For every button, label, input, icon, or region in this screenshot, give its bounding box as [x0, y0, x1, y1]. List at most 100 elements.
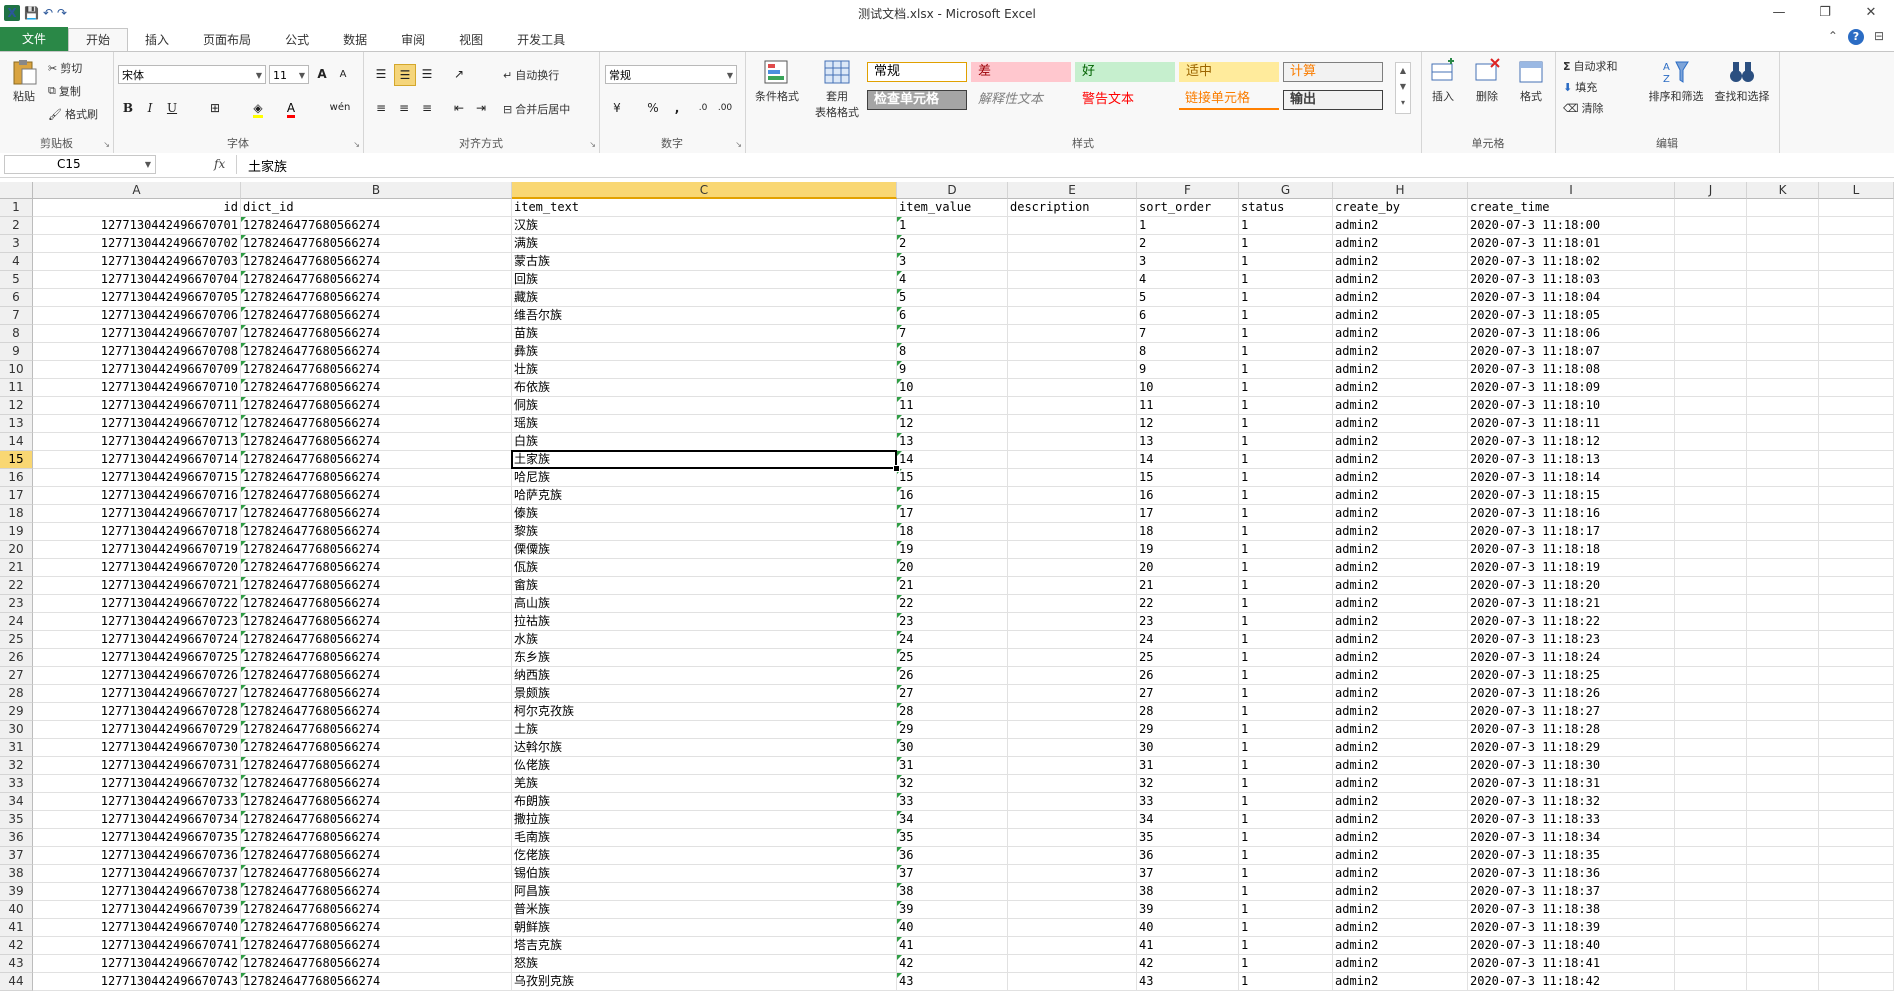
tab-page-layout[interactable]: 页面布局	[186, 29, 268, 51]
row-header[interactable]: 14	[0, 433, 33, 451]
row-header[interactable]: 43	[0, 955, 33, 973]
cell-b16[interactable]: 1278246477680566274	[241, 469, 512, 487]
undo-icon[interactable]: ↶	[43, 6, 53, 20]
cell-j32[interactable]	[1675, 757, 1747, 775]
cell-h30[interactable]: admin2	[1333, 721, 1468, 739]
cell-i13[interactable]: 2020-07-3 11:18:11	[1468, 415, 1675, 433]
cell-i43[interactable]: 2020-07-3 11:18:41	[1468, 955, 1675, 973]
cell-e31[interactable]	[1008, 739, 1137, 757]
cell-a12[interactable]: 1277130442496670711	[33, 397, 241, 415]
row-header[interactable]: 35	[0, 811, 33, 829]
conditional-format-button[interactable]: 条件格式	[749, 58, 805, 104]
cell-k5[interactable]	[1747, 271, 1819, 289]
cell-e6[interactable]	[1008, 289, 1137, 307]
cell-g38[interactable]: 1	[1239, 865, 1333, 883]
cell-g3[interactable]: 1	[1239, 235, 1333, 253]
cell-i20[interactable]: 2020-07-3 11:18:18	[1468, 541, 1675, 559]
cell-i6[interactable]: 2020-07-3 11:18:04	[1468, 289, 1675, 307]
cell-i39[interactable]: 2020-07-3 11:18:37	[1468, 883, 1675, 901]
align-middle-icon[interactable]: ☰	[394, 64, 416, 86]
cell-c11[interactable]: 布依族	[512, 379, 897, 397]
cell-l44[interactable]	[1819, 973, 1894, 991]
cell-b19[interactable]: 1278246477680566274	[241, 523, 512, 541]
cell-h39[interactable]: admin2	[1333, 883, 1468, 901]
cell-d2[interactable]: 1	[897, 217, 1008, 235]
cell-a8[interactable]: 1277130442496670707	[33, 325, 241, 343]
cell-c9[interactable]: 彝族	[512, 343, 897, 361]
cell-l42[interactable]	[1819, 937, 1894, 955]
cell-l11[interactable]	[1819, 379, 1894, 397]
row-header[interactable]: 44	[0, 973, 33, 991]
style-calculation[interactable]: 计算	[1283, 62, 1383, 82]
formula-input[interactable]: 土家族	[248, 156, 287, 175]
cell-d17[interactable]: 16	[897, 487, 1008, 505]
cell-b34[interactable]: 1278246477680566274	[241, 793, 512, 811]
cell-c5[interactable]: 回族	[512, 271, 897, 289]
cell-c19[interactable]: 黎族	[512, 523, 897, 541]
tab-data[interactable]: 数据	[326, 29, 384, 51]
cell-g41[interactable]: 1	[1239, 919, 1333, 937]
cell-b14[interactable]: 1278246477680566274	[241, 433, 512, 451]
cell-g11[interactable]: 1	[1239, 379, 1333, 397]
cell-d41[interactable]: 40	[897, 919, 1008, 937]
cell-c29[interactable]: 柯尔克孜族	[512, 703, 897, 721]
column-header-d[interactable]: D	[897, 182, 1008, 199]
cell-j38[interactable]	[1675, 865, 1747, 883]
cell-g17[interactable]: 1	[1239, 487, 1333, 505]
cell-a17[interactable]: 1277130442496670716	[33, 487, 241, 505]
cell-c26[interactable]: 东乡族	[512, 649, 897, 667]
cell-i18[interactable]: 2020-07-3 11:18:16	[1468, 505, 1675, 523]
cell-g1[interactable]: status	[1239, 199, 1333, 217]
cell-l30[interactable]	[1819, 721, 1894, 739]
style-neutral[interactable]: 适中	[1179, 62, 1279, 82]
cell-j9[interactable]	[1675, 343, 1747, 361]
cell-k43[interactable]	[1747, 955, 1819, 973]
cell-e44[interactable]	[1008, 973, 1137, 991]
cell-j44[interactable]	[1675, 973, 1747, 991]
row-header[interactable]: 39	[0, 883, 33, 901]
cell-l5[interactable]	[1819, 271, 1894, 289]
cell-f23[interactable]: 22	[1137, 595, 1239, 613]
cell-b42[interactable]: 1278246477680566274	[241, 937, 512, 955]
cell-h10[interactable]: admin2	[1333, 361, 1468, 379]
row-header[interactable]: 38	[0, 865, 33, 883]
cell-k35[interactable]	[1747, 811, 1819, 829]
cell-j11[interactable]	[1675, 379, 1747, 397]
cell-d14[interactable]: 13	[897, 433, 1008, 451]
cell-k14[interactable]	[1747, 433, 1819, 451]
cell-j40[interactable]	[1675, 901, 1747, 919]
cell-c16[interactable]: 哈尼族	[512, 469, 897, 487]
cell-b26[interactable]: 1278246477680566274	[241, 649, 512, 667]
collapse-ribbon-icon[interactable]: ⌃	[1828, 29, 1838, 45]
cell-i17[interactable]: 2020-07-3 11:18:15	[1468, 487, 1675, 505]
cell-i5[interactable]: 2020-07-3 11:18:03	[1468, 271, 1675, 289]
cell-i34[interactable]: 2020-07-3 11:18:32	[1468, 793, 1675, 811]
cell-d10[interactable]: 9	[897, 361, 1008, 379]
cell-a34[interactable]: 1277130442496670733	[33, 793, 241, 811]
cell-k12[interactable]	[1747, 397, 1819, 415]
cell-k11[interactable]	[1747, 379, 1819, 397]
cell-e23[interactable]	[1008, 595, 1137, 613]
style-bad[interactable]: 差	[971, 62, 1071, 82]
cell-b39[interactable]: 1278246477680566274	[241, 883, 512, 901]
cell-d33[interactable]: 32	[897, 775, 1008, 793]
cell-d6[interactable]: 5	[897, 289, 1008, 307]
cell-i14[interactable]: 2020-07-3 11:18:12	[1468, 433, 1675, 451]
cell-g43[interactable]: 1	[1239, 955, 1333, 973]
cell-b22[interactable]: 1278246477680566274	[241, 577, 512, 595]
cell-h32[interactable]: admin2	[1333, 757, 1468, 775]
cell-e34[interactable]	[1008, 793, 1137, 811]
percent-button[interactable]: %	[643, 98, 663, 118]
cell-h4[interactable]: admin2	[1333, 253, 1468, 271]
cell-k39[interactable]	[1747, 883, 1819, 901]
tab-home[interactable]: 开始	[68, 28, 129, 51]
cell-i11[interactable]: 2020-07-3 11:18:09	[1468, 379, 1675, 397]
cell-c35[interactable]: 撒拉族	[512, 811, 897, 829]
cell-i8[interactable]: 2020-07-3 11:18:06	[1468, 325, 1675, 343]
cell-g22[interactable]: 1	[1239, 577, 1333, 595]
cell-k1[interactable]	[1747, 199, 1819, 217]
cell-e27[interactable]	[1008, 667, 1137, 685]
cell-c36[interactable]: 毛南族	[512, 829, 897, 847]
cell-a43[interactable]: 1277130442496670742	[33, 955, 241, 973]
cell-k21[interactable]	[1747, 559, 1819, 577]
